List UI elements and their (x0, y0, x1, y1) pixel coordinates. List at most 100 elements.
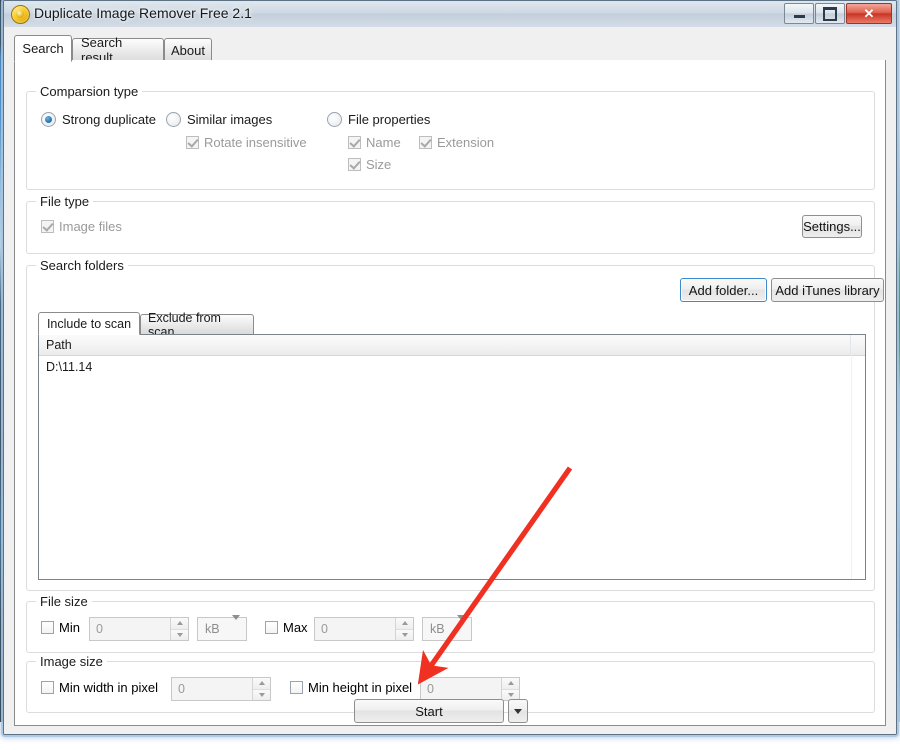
min-file-size-spinners[interactable] (170, 618, 188, 640)
checkbox-max-file-size-label: Max (283, 620, 308, 635)
listview-column-path[interactable]: Path (39, 335, 851, 355)
window-title: Duplicate Image Remover Free 2.1 (34, 5, 252, 21)
tab-search[interactable]: Search (14, 35, 72, 62)
start-button[interactable]: Start (354, 699, 504, 723)
max-unit-dropdown-button[interactable] (457, 615, 465, 638)
min-file-size-spin-up[interactable] (171, 618, 188, 630)
search-tab-page: Comparsion type Strong duplicate Similar… (14, 60, 886, 726)
radio-file-properties[interactable]: File properties (327, 112, 430, 127)
start-dropdown-button[interactable] (508, 699, 528, 723)
add-folder-button[interactable]: Add folder... (680, 278, 767, 302)
chevron-down-icon (401, 632, 408, 637)
checkbox-name[interactable]: Name (348, 135, 401, 150)
checkbox-name-box (348, 136, 361, 149)
chevron-up-icon (401, 621, 408, 626)
app-logo-icon (11, 5, 30, 24)
min-height-spinners[interactable] (501, 678, 519, 700)
window-titlebar[interactable]: Duplicate Image Remover Free 2.1 ✕ (4, 1, 896, 28)
search-folders-group: Search folders Add folder... Add iTunes … (26, 258, 884, 591)
checkbox-image-files-label: Image files (59, 219, 122, 234)
chevron-down-icon (176, 632, 183, 637)
radio-similar-images-label: Similar images (187, 112, 273, 127)
min-height-value: 0 (427, 682, 434, 696)
application-window: Duplicate Image Remover Free 2.1 ✕ Searc… (3, 0, 897, 735)
checkbox-min-height-box (290, 681, 303, 694)
checkbox-image-files-box (41, 220, 54, 233)
chevron-down-icon (258, 692, 265, 697)
main-tab-strip: Search Search result About (14, 35, 886, 65)
checkbox-image-files[interactable]: Image files (41, 219, 122, 234)
checkbox-extension-box (419, 136, 432, 149)
chevron-down-icon (232, 615, 240, 637)
checkbox-size[interactable]: Size (348, 157, 391, 172)
chevron-down-icon (507, 692, 514, 697)
listview-column-divider (851, 355, 852, 579)
max-file-size-spinners[interactable] (395, 618, 413, 640)
max-file-size-unit-value: kB (430, 622, 445, 636)
chevron-up-icon (176, 621, 183, 626)
file-size-group: File size Min 0 kB Max 0 kB (26, 594, 875, 653)
checkbox-min-width-box (41, 681, 54, 694)
min-width-spinbox[interactable]: 0 (171, 677, 271, 701)
min-file-size-spin-down[interactable] (171, 629, 188, 640)
min-file-size-value: 0 (96, 622, 103, 636)
min-width-spin-up[interactable] (253, 678, 270, 690)
checkbox-extension[interactable]: Extension (419, 135, 494, 150)
max-file-size-spin-down[interactable] (396, 629, 413, 640)
checkbox-name-label: Name (366, 135, 401, 150)
minimize-icon (793, 15, 805, 18)
comparison-type-title: Comparsion type (36, 84, 143, 99)
radio-strong-duplicate-label: Strong duplicate (62, 112, 156, 127)
scan-folders-tabcontrol: Include to scan Exclude from scan Path D… (38, 311, 866, 580)
maximize-button[interactable] (815, 3, 845, 24)
checkbox-max-file-size[interactable]: Max (265, 620, 308, 635)
min-height-spin-up[interactable] (502, 678, 519, 690)
max-file-size-value: 0 (321, 622, 328, 636)
add-itunes-library-button[interactable]: Add iTunes library (771, 278, 884, 302)
minimize-button[interactable] (784, 3, 814, 24)
min-height-spinbox[interactable]: 0 (420, 677, 520, 701)
inner-tab-include-to-scan[interactable]: Include to scan (38, 312, 140, 335)
min-unit-dropdown-button[interactable] (232, 615, 240, 638)
radio-strong-duplicate-indicator (41, 112, 56, 127)
chevron-up-icon (507, 681, 514, 686)
min-width-spin-down[interactable] (253, 689, 270, 700)
chevron-up-icon (258, 681, 265, 686)
tab-search-result[interactable]: Search result (72, 35, 164, 65)
close-button[interactable]: ✕ (846, 3, 892, 24)
tab-about[interactable]: About (164, 38, 212, 61)
file-type-title: File type (36, 194, 94, 209)
checkbox-min-width[interactable]: Min width in pixel (41, 680, 158, 695)
checkbox-min-file-size-label: Min (59, 620, 80, 635)
window-controls: ✕ (784, 3, 892, 24)
checkbox-min-height-label: Min height in pixel (308, 680, 413, 695)
checkbox-min-file-size[interactable]: Min (41, 620, 80, 635)
max-file-size-spin-up[interactable] (396, 618, 413, 630)
min-file-size-spinbox[interactable]: 0 (89, 617, 189, 641)
close-icon: ✕ (863, 6, 875, 21)
file-size-title: File size (36, 594, 92, 609)
min-width-spinners[interactable] (252, 678, 270, 700)
settings-button[interactable]: Settings... (802, 215, 862, 238)
comparison-type-group: Comparsion type Strong duplicate Similar… (26, 84, 875, 190)
listview-row-0[interactable]: D:\11.14 (39, 357, 865, 376)
radio-similar-images[interactable]: Similar images (166, 112, 272, 127)
checkbox-rotate-insensitive-label: Rotate insensitive (204, 135, 307, 150)
checkbox-min-height[interactable]: Min height in pixel (290, 680, 412, 695)
min-file-size-unit-value: kB (205, 622, 220, 636)
min-file-size-unit-combo[interactable]: kB (197, 615, 247, 641)
chevron-down-icon (514, 708, 522, 714)
file-type-group: File type Image files Settings... (26, 194, 875, 254)
radio-file-properties-indicator (327, 112, 342, 127)
min-width-value: 0 (178, 682, 185, 696)
max-file-size-unit-combo[interactable]: kB (422, 615, 472, 641)
checkbox-size-label: Size (366, 157, 392, 172)
radio-strong-duplicate[interactable]: Strong duplicate (41, 112, 156, 127)
checkbox-rotate-insensitive[interactable]: Rotate insensitive (186, 135, 307, 150)
inner-tab-exclude-from-scan[interactable]: Exclude from scan (140, 311, 254, 339)
maximize-icon (823, 6, 837, 21)
checkbox-max-file-size-box (265, 621, 278, 634)
max-file-size-spinbox[interactable]: 0 (314, 617, 414, 641)
scan-paths-listview[interactable]: Path D:\11.14 (38, 334, 866, 580)
checkbox-size-box (348, 158, 361, 171)
